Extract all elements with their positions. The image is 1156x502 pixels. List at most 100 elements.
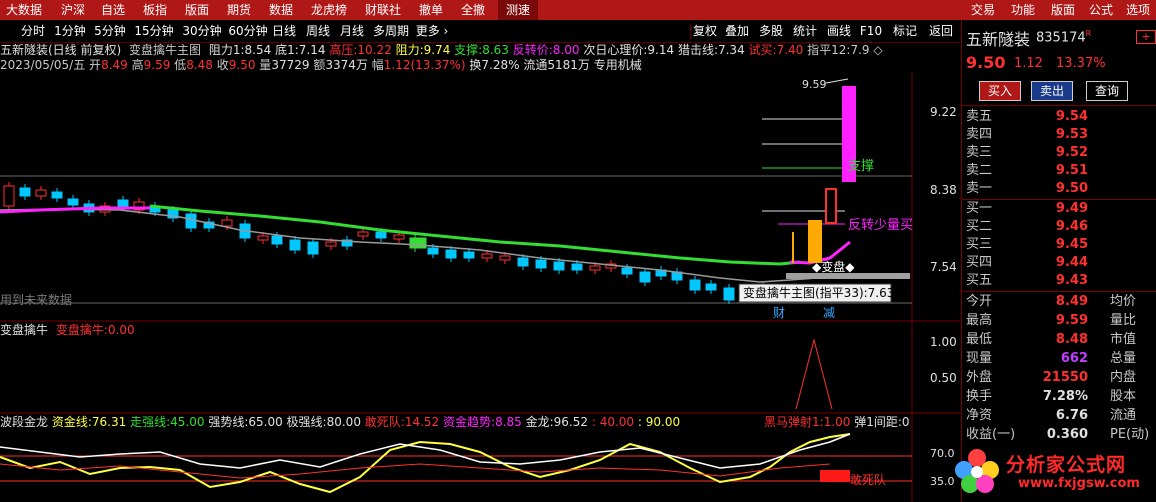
open-value: 8.49 (101, 58, 128, 72)
candle-body (271, 235, 283, 245)
tab-1min[interactable]: 1分钟 (52, 22, 88, 40)
stat-row: 最高 9.59 量比 (962, 312, 1156, 330)
tab-timeshare[interactable]: 分时 (18, 22, 48, 40)
ma-gray-line (0, 208, 831, 283)
tab-multi-period[interactable]: 多周期 (370, 22, 412, 40)
ask-row-2[interactable]: 卖二 9.51 (962, 162, 1156, 180)
candle-body (723, 287, 735, 301)
period-toolbar: 分时 1分钟 5分钟 15分钟 30分钟 60分钟 日线 周线 月线 多周期 更… (0, 20, 960, 43)
trend-value: 8.85 (495, 415, 522, 429)
bottom-value: 7.14 (298, 43, 326, 57)
menu-cls[interactable]: 财联社 (360, 0, 406, 20)
menu-cancel[interactable]: 撤单 (414, 0, 448, 20)
candle-body (499, 255, 511, 261)
try-buy-value: 7.40 (776, 43, 804, 57)
attack-line-value: 7.34 (717, 43, 745, 57)
stat-label: 最高 (966, 313, 993, 328)
resistance2-label: 阻力: (395, 43, 424, 57)
candle-body (705, 283, 717, 291)
menu-function[interactable]: 功能 (1004, 0, 1042, 20)
menu-trade[interactable]: 交易 (964, 0, 1002, 20)
ask-label: 卖五 (966, 109, 993, 124)
ask-row-4[interactable]: 卖四 9.53 (962, 126, 1156, 144)
buy-button[interactable]: 买入 (979, 81, 1021, 101)
tab-weekly[interactable]: 周线 (304, 22, 332, 40)
candle-body (289, 239, 301, 251)
top-menu-bar: 大数据 沪深 自选 板指 版面 期货 数据 龙虎榜 财联社 撤单 全撤 测速 交… (0, 0, 1156, 20)
menu-speed-test[interactable]: 测速 (498, 0, 538, 20)
stat-label: 外盘 (966, 370, 993, 385)
add-watch-icon[interactable]: + (1136, 30, 1156, 44)
tool-draw[interactable]: 画线 (824, 22, 854, 40)
menu-data[interactable]: 数据 (264, 0, 298, 20)
bid-row-2[interactable]: 买二 9.46 (962, 218, 1156, 236)
candle-orange (808, 220, 822, 263)
stat-label-2: 市值 (1110, 332, 1137, 347)
gansi-block (820, 470, 850, 482)
tool-overlay[interactable]: 叠加 (722, 22, 752, 40)
ask-row-1[interactable]: 卖一 9.50 (962, 180, 1156, 198)
bid-row-1[interactable]: 买一 9.49 (962, 200, 1156, 218)
menu-layout[interactable]: 版面 (180, 0, 214, 20)
menu-layout-right[interactable]: 版面 (1044, 0, 1082, 20)
price-chart[interactable]: 9.59 9.22 8.38 7.54 支撑 反转少量买 ◆变盘◆ 财 减 用到… (0, 72, 960, 502)
menu-dragon-tiger[interactable]: 龙虎榜 (306, 0, 352, 20)
bid-price: 9.45 (1055, 237, 1088, 252)
tool-stats[interactable]: 统计 (790, 22, 820, 40)
tab-15min[interactable]: 15分钟 (132, 22, 176, 40)
tab-monthly[interactable]: 月线 (338, 22, 366, 40)
tab-daily[interactable]: 日线 (270, 22, 298, 40)
candle-body (571, 263, 583, 271)
stat-label-2: 量比 (1110, 313, 1137, 328)
high-pressure-label: 高压: (329, 43, 358, 57)
candle-body (517, 257, 529, 267)
sell-button[interactable]: 卖出 (1031, 81, 1073, 101)
menu-shanghai-shenzhen[interactable]: 沪深 (56, 0, 90, 20)
indicator-name[interactable]: 变盘擒牛主图 (129, 43, 201, 57)
stat-value: 8.49 (1055, 294, 1088, 309)
open-label: 开 (89, 58, 102, 72)
menu-big-data[interactable]: 大数据 (0, 0, 48, 20)
tool-back[interactable]: 返回 (926, 22, 956, 40)
ask-price: 9.50 (1055, 181, 1088, 196)
tab-5min[interactable]: 5分钟 (92, 22, 128, 40)
menu-cancel-all[interactable]: 全撤 (456, 0, 490, 20)
stat-value: 9.59 (1055, 313, 1088, 328)
try-buy-label: 试买: (748, 43, 777, 57)
stat-row: 最低 8.48 市值 (962, 331, 1156, 349)
sub2-title[interactable]: 波段金龙 (0, 415, 48, 429)
bid-row-3[interactable]: 买三 9.45 (962, 236, 1156, 254)
tool-multi-stock[interactable]: 多股 (756, 22, 786, 40)
query-button[interactable]: 查询 (1086, 81, 1128, 101)
stat-row: 换手 7.28% 股本 (962, 388, 1156, 406)
menu-watchlist[interactable]: 自选 (96, 0, 130, 20)
tab-60min[interactable]: 60分钟 (226, 22, 270, 40)
ask-price: 9.53 (1055, 127, 1088, 142)
high-pressure-value: 10.22 (357, 43, 392, 57)
candle-body (51, 191, 63, 199)
menu-sector-index[interactable]: 板指 (138, 0, 172, 20)
menu-formula[interactable]: 公式 (1082, 0, 1120, 20)
tool-adjust[interactable]: 复权 (690, 22, 720, 40)
tool-f10[interactable]: F10 (858, 22, 884, 40)
bid-row-5[interactable]: 买五 9.43 (962, 272, 1156, 290)
tab-more[interactable]: 更多 › (414, 22, 450, 40)
stat-row: 外盘 21550 内盘 (962, 369, 1156, 387)
stat-label: 净资 (966, 408, 993, 423)
bar-date: 2023/05/05/五 (0, 58, 86, 72)
trend-label: 资金趋势: (443, 415, 496, 429)
qiangshi-value: 65.00 (248, 415, 283, 429)
stat-label-2: 股本 (1110, 389, 1137, 404)
tan-value: 0 (901, 415, 910, 429)
ask-row-5[interactable]: 卖五 9.54 (962, 108, 1156, 126)
bid-row-4[interactable]: 买四 9.44 (962, 254, 1156, 272)
sub1-title[interactable]: 变盘擒牛 (0, 323, 48, 337)
candle-body (621, 267, 633, 275)
menu-futures[interactable]: 期货 (222, 0, 256, 20)
stat-label-2: 均价 (1110, 294, 1137, 309)
menu-options[interactable]: 选项 (1120, 0, 1156, 20)
close-value: 9.50 (228, 58, 256, 72)
tool-mark[interactable]: 标记 (890, 22, 920, 40)
ask-row-3[interactable]: 卖三 9.52 (962, 144, 1156, 162)
tab-30min[interactable]: 30分钟 (180, 22, 224, 40)
